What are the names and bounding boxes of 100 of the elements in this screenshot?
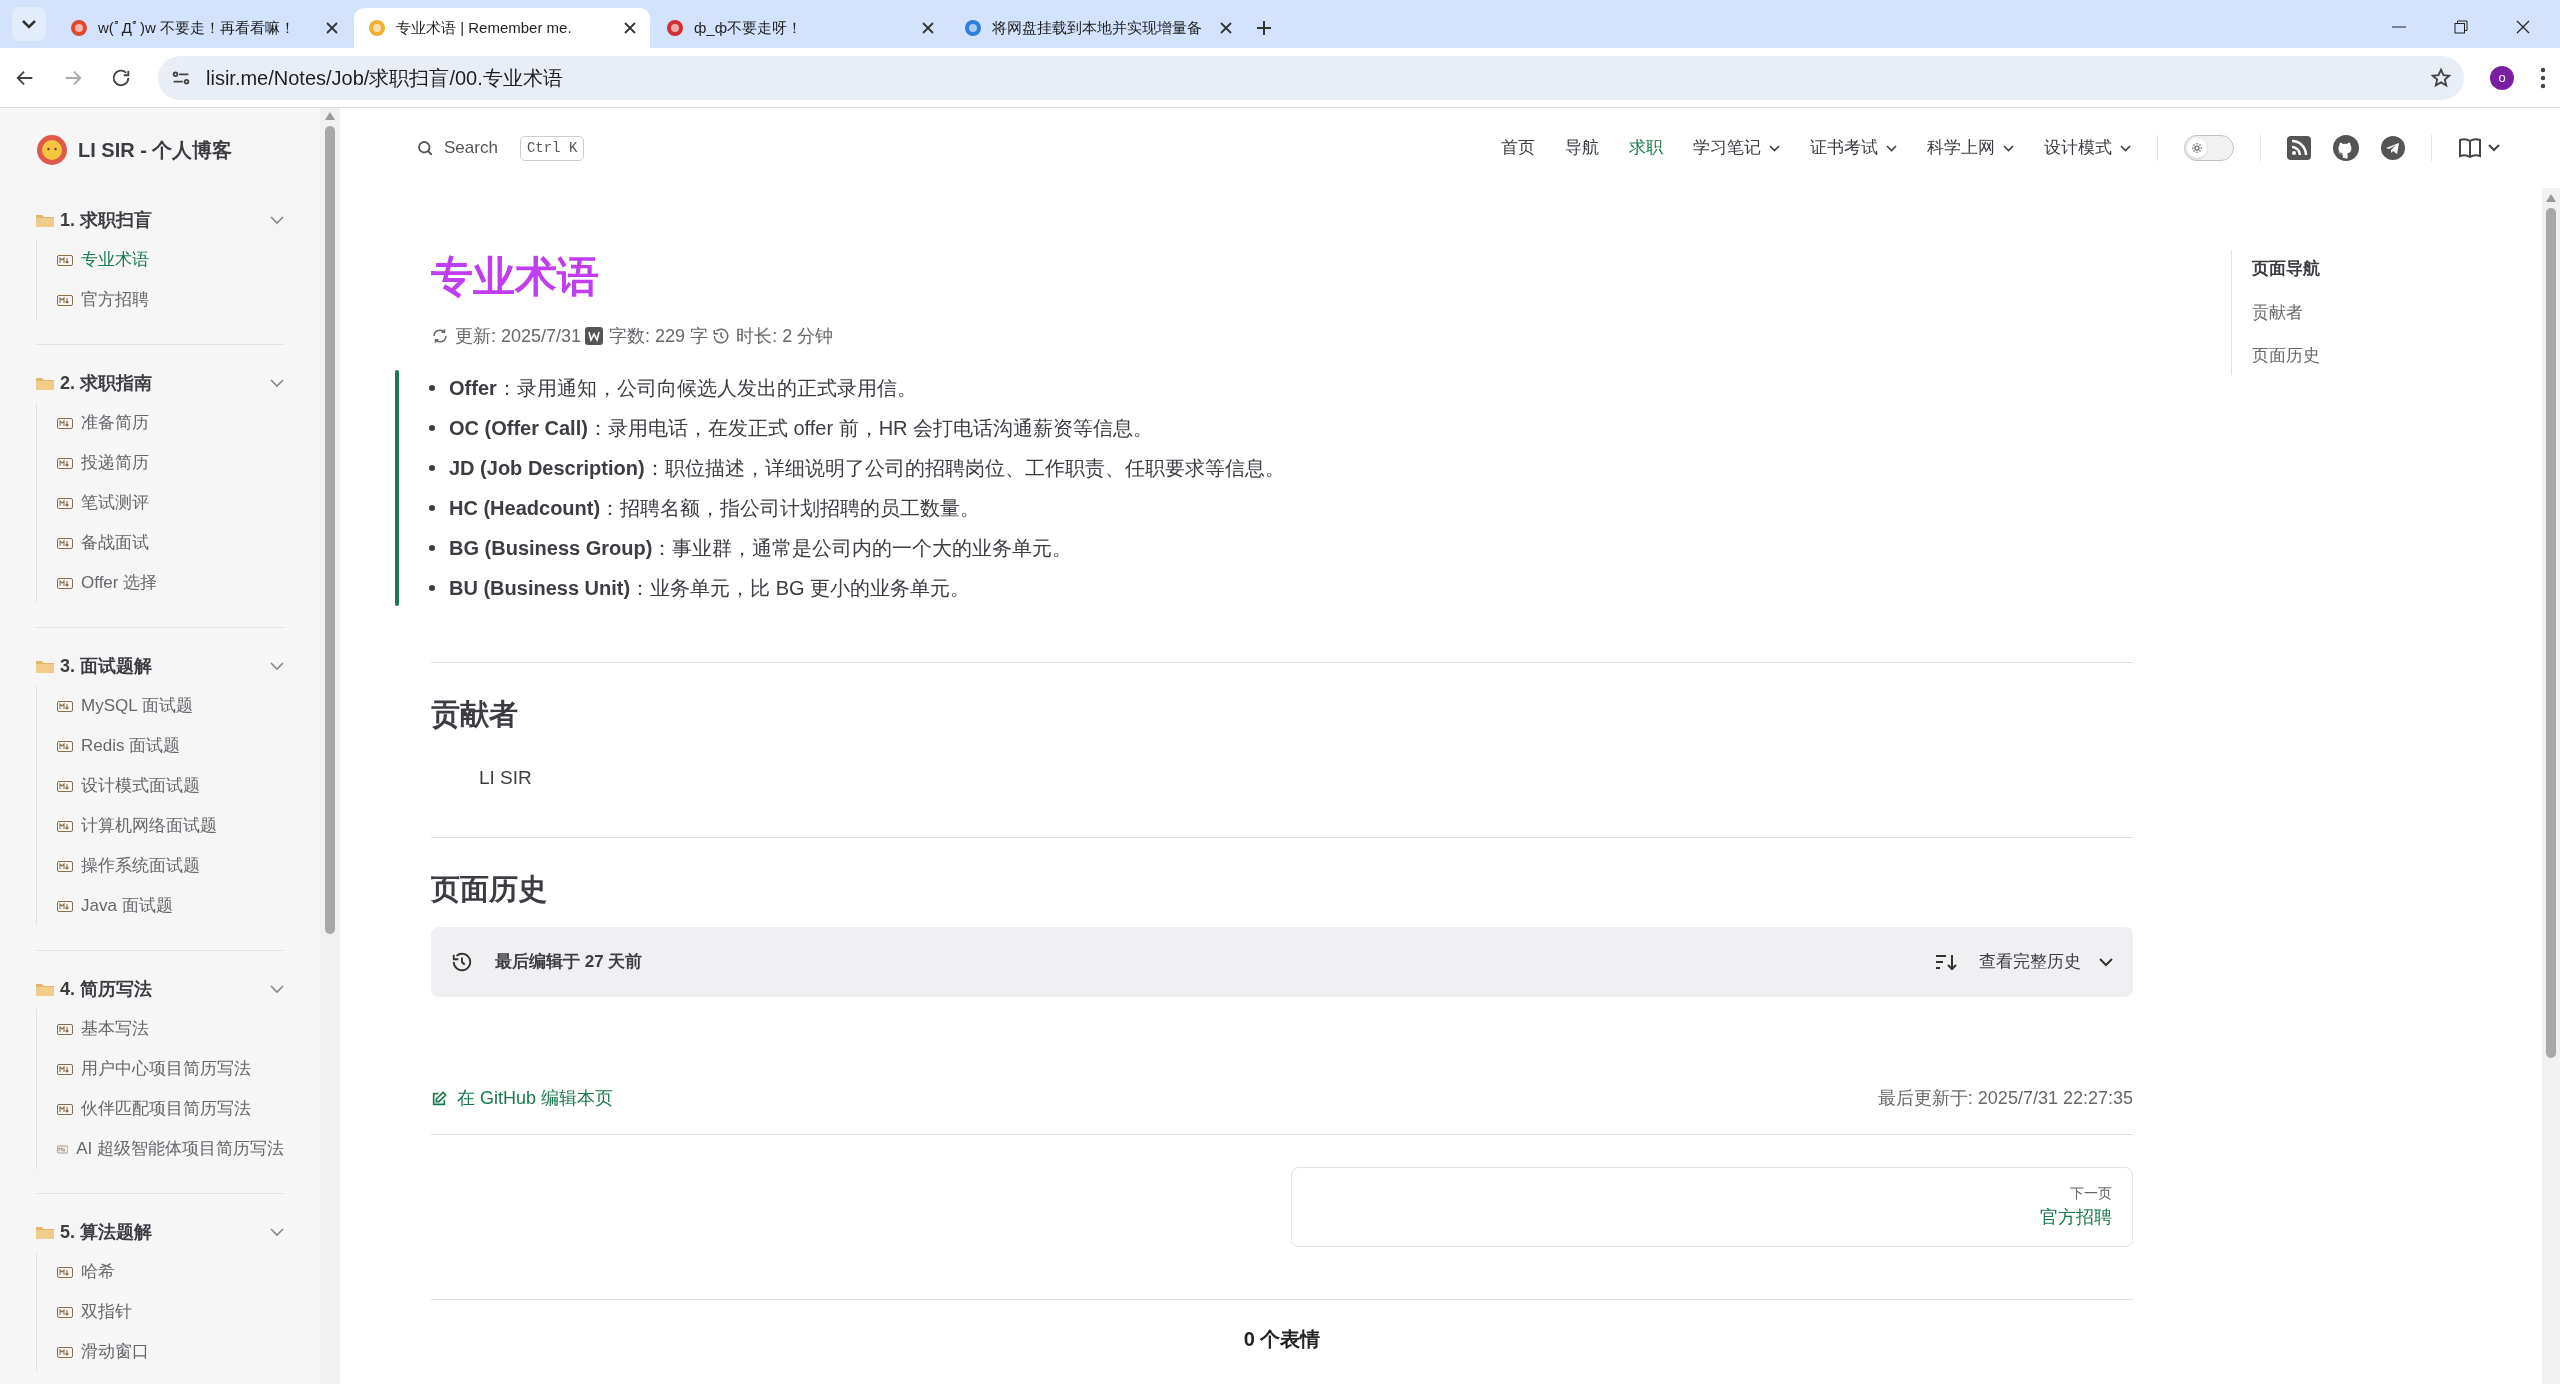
sidebar-group-header[interactable]: 3. 面试题解 — [36, 646, 284, 686]
sidebar-item[interactable]: 笔试测评 — [57, 483, 284, 523]
tab-title: ф_ф不要走呀！ — [694, 17, 804, 38]
close-icon[interactable] — [2516, 20, 2530, 34]
tab-search-button[interactable] — [12, 7, 46, 41]
profile-avatar[interactable]: o — [2490, 65, 2514, 90]
sidebar-item[interactable]: 专业术语 — [57, 240, 284, 280]
bullet-icon — [429, 384, 435, 391]
address-bar[interactable]: lisir.me/Notes/Job/求职扫盲/00.专业术语 — [158, 55, 2464, 100]
term-definition: BU (Business Unit)：业务单元，比 BG 更小的业务单元。 — [449, 575, 971, 600]
bookmark-star-icon[interactable] — [2430, 66, 2452, 89]
book-menu-button[interactable] — [2458, 137, 2500, 159]
sort-icon[interactable] — [1935, 952, 1957, 973]
sidebar-item[interactable]: Java 面试题 — [57, 886, 284, 926]
sidebar-item[interactable]: 双指针 — [57, 1292, 284, 1332]
markdown-icon — [57, 740, 73, 752]
shortcut-key: Ctrl K — [519, 135, 585, 161]
search-field[interactable]: Search — [444, 135, 498, 161]
close-icon[interactable] — [326, 22, 338, 34]
term-definition: Offer：录用通知，公司向候选人发出的正式录用信。 — [449, 375, 917, 400]
new-tab-icon[interactable] — [1256, 20, 1272, 36]
chevron-down-icon — [270, 1227, 284, 1237]
sidebar-item[interactable]: 哈希 — [57, 1252, 284, 1292]
sidebar-group-header[interactable]: 1. 求职扫盲 — [36, 200, 284, 240]
nav-link[interactable]: 学习笔记 — [1693, 135, 1780, 161]
book-icon — [2458, 137, 2482, 159]
next-page-card[interactable]: 下一页 官方招聘 — [1291, 1167, 2133, 1248]
sidebar-item[interactable]: 基本写法 — [57, 1009, 284, 1049]
sidebar-item[interactable]: 准备简历 — [57, 403, 284, 443]
close-icon[interactable] — [922, 22, 934, 34]
close-icon[interactable] — [624, 22, 636, 34]
tab-title: 专业术语 | Remember me. — [396, 17, 573, 38]
sidebar-item[interactable]: 伙伴匹配项目简历写法 — [57, 1089, 284, 1129]
theme-toggle[interactable] — [2184, 135, 2234, 161]
sidebar-item[interactable]: AI 超级智能体项目简历写法 — [57, 1129, 284, 1169]
term-definition: BG (Business Group)：事业群，通常是公司内的一个大的业务单元。 — [449, 535, 1073, 560]
markdown-icon — [57, 537, 73, 549]
sidebar-item[interactable]: 计算机网络面试题 — [57, 806, 284, 846]
site-title[interactable]: LI SIR - 个人博客 — [78, 135, 233, 165]
chevron-down-icon — [22, 19, 36, 29]
browser-tab[interactable]: 将网盘挂载到本地并实现增量备 — [950, 8, 1246, 48]
nav-link[interactable]: 求职 — [1629, 135, 1663, 161]
sidebar-group-header[interactable]: 2. 求职指南 — [36, 363, 284, 403]
restore-icon[interactable] — [2454, 20, 2468, 34]
sidebar-item[interactable]: 备战面试 — [57, 523, 284, 563]
history-icon — [451, 951, 473, 974]
browser-tab[interactable]: w(ﾟДﾟ)w 不要走！再看看嘛！ — [56, 8, 352, 48]
nav-link[interactable]: 证书考试 — [1810, 135, 1897, 161]
sidebar-item[interactable]: MySQL 面试题 — [57, 686, 284, 726]
sidebar-item[interactable]: 官方招聘 — [57, 280, 284, 320]
chevron-down-icon[interactable] — [2099, 957, 2113, 967]
folder-icon — [36, 376, 54, 390]
chevron-down-icon — [270, 661, 284, 671]
nav-link[interactable]: 设计模式 — [2044, 135, 2131, 161]
sidebar-item[interactable]: 投递简历 — [57, 443, 284, 483]
folder-icon — [36, 659, 54, 673]
telegram-icon[interactable] — [2381, 136, 2405, 160]
bullet-icon — [429, 424, 435, 431]
nav-link[interactable]: 导航 — [1565, 135, 1599, 161]
refresh-icon — [431, 327, 449, 346]
chevron-down-icon — [2488, 144, 2500, 152]
logo-icon — [36, 134, 68, 166]
close-icon[interactable] — [1220, 22, 1232, 34]
meta-text: 时长: 2 分钟 — [736, 324, 834, 348]
scrollbar-thumb[interactable] — [2546, 208, 2556, 1058]
markdown-icon — [57, 1346, 73, 1358]
markdown-icon — [57, 780, 73, 792]
sidebar-item[interactable]: 滑动窗口 — [57, 1332, 284, 1372]
sidebar-item[interactable]: 操作系统面试题 — [57, 846, 284, 886]
sidebar-item[interactable]: 设计模式面试题 — [57, 766, 284, 806]
sidebar-item[interactable]: 用户中心项目简历写法 — [57, 1049, 284, 1089]
markdown-icon — [57, 1103, 73, 1115]
browser-tab[interactable]: ф_ф不要走呀！ — [652, 8, 948, 48]
toc-link[interactable]: 贡献者 — [2252, 299, 2542, 325]
menu-icon[interactable] — [2540, 66, 2546, 89]
sidebar-group-header[interactable]: 4. 简历写法 — [36, 969, 284, 1009]
browser-tab[interactable]: 专业术语 | Remember me. — [354, 8, 650, 48]
sidebar-item[interactable]: Offer 选择 — [57, 563, 284, 603]
nav-link[interactable]: 科学上网 — [1927, 135, 2014, 161]
history-panel[interactable]: 最后编辑于 27 天前 查看完整历史 — [431, 927, 2133, 998]
markdown-icon — [57, 577, 73, 589]
github-icon[interactable] — [2333, 135, 2359, 161]
folder-icon — [36, 1225, 54, 1239]
nav-link[interactable]: 首页 — [1501, 135, 1535, 161]
tab-title: 将网盘挂载到本地并实现增量备 — [992, 17, 1203, 38]
favicon-icon — [666, 19, 684, 37]
edit-icon — [431, 1090, 447, 1107]
url-text: lisir.me/Notes/Job/求职扫盲/00.专业术语 — [206, 65, 564, 91]
sidebar-group-header[interactable]: 5. 算法题解 — [36, 1212, 284, 1252]
markdown-icon — [57, 860, 73, 872]
history-icon — [712, 327, 731, 346]
toc-link[interactable]: 页面历史 — [2252, 343, 2542, 369]
rss-icon[interactable] — [2287, 136, 2311, 160]
markdown-icon — [57, 1063, 73, 1075]
scrollbar-thumb[interactable] — [325, 126, 335, 934]
term-definition: HC (Headcount)：招聘名额，指公司计划招聘的员工数量。 — [449, 495, 981, 520]
section-heading: 贡献者 — [431, 696, 519, 732]
view-history-button[interactable]: 查看完整历史 — [1979, 949, 2081, 975]
search-icon[interactable] — [416, 139, 434, 157]
sidebar-item[interactable]: Redis 面试题 — [57, 726, 284, 766]
